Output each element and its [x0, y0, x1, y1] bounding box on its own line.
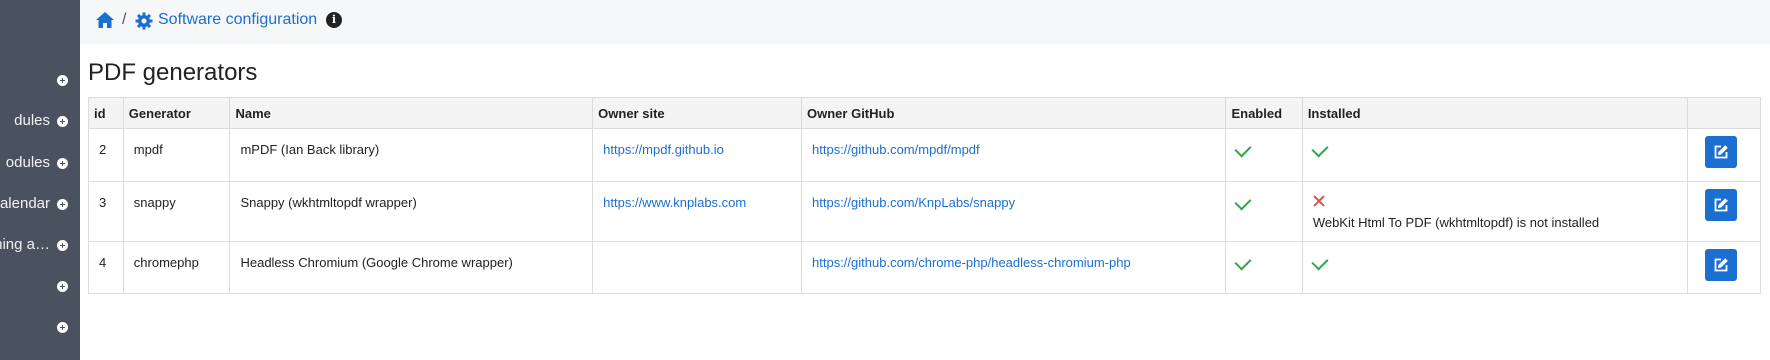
edit-button[interactable]	[1704, 249, 1737, 281]
sidebar: dules odules alendar ming a…	[0, 0, 80, 360]
cell-owner-site: https://mpdf.github.io	[592, 128, 803, 182]
owner-site-link[interactable]: https://www.knplabs.com	[603, 195, 746, 210]
sidebar-item-7[interactable]	[0, 314, 80, 340]
cell-installed	[1301, 241, 1688, 294]
check-icon	[1234, 140, 1252, 158]
sidebar-item-label: dules	[14, 112, 50, 129]
sidebar-item-1[interactable]	[0, 67, 80, 93]
sidebar-item-modules[interactable]: dules	[0, 108, 80, 134]
column-header-actions	[1686, 97, 1762, 129]
cell-id: 2	[88, 128, 124, 182]
edit-icon	[1714, 145, 1728, 159]
edit-icon	[1714, 198, 1728, 212]
column-header-id[interactable]: id	[88, 97, 124, 129]
column-header-owner-site[interactable]: Owner site	[592, 97, 803, 129]
plus-circle-icon[interactable]	[57, 75, 68, 86]
column-header-owner-github[interactable]: Owner GitHub	[801, 97, 1227, 129]
column-header-generator[interactable]: Generator	[122, 97, 231, 129]
cell-actions	[1686, 128, 1762, 182]
plus-circle-icon[interactable]	[57, 281, 68, 292]
column-header-installed[interactable]: Installed	[1301, 97, 1688, 129]
cell-enabled	[1225, 181, 1303, 242]
gear-icon	[135, 12, 153, 33]
cell-actions	[1686, 181, 1762, 242]
installed-note: WebKit Html To PDF (wkhtmltopdf) is not …	[1312, 215, 1600, 230]
sidebar-item-5[interactable]: ming a…	[0, 232, 80, 258]
table-header-row: id Generator Name Owner site Owner GitHu…	[88, 97, 1762, 129]
cell-installed: WebKit Html To PDF (wkhtmltopdf) is not …	[1301, 181, 1688, 242]
cell-generator: mpdf	[122, 128, 231, 182]
cell-id: 3	[88, 181, 124, 242]
breadcrumb-separator: /	[122, 11, 127, 28]
column-header-name[interactable]: Name	[229, 97, 594, 129]
cross-icon	[1313, 195, 1325, 207]
check-icon	[1234, 193, 1252, 211]
owner-github-link[interactable]: https://github.com/KnpLabs/snappy	[812, 195, 1015, 210]
sidebar-item-6[interactable]	[0, 273, 80, 299]
edit-button[interactable]	[1704, 189, 1737, 221]
cell-owner-site: https://www.knplabs.com	[592, 181, 803, 242]
cell-actions	[1686, 241, 1762, 294]
cell-enabled	[1225, 128, 1303, 182]
plus-circle-icon[interactable]	[57, 158, 68, 169]
sidebar-item-calendar[interactable]: alendar	[0, 191, 80, 217]
owner-github-link[interactable]: https://github.com/mpdf/mpdf	[812, 142, 980, 157]
table-row: 4 chromephp Headless Chromium (Google Ch…	[88, 241, 1762, 294]
sidebar-item-label: alendar	[0, 195, 50, 212]
cell-owner-github: https://github.com/KnpLabs/snappy	[801, 181, 1227, 242]
cell-name: Snappy (wkhtmltopdf wrapper)	[229, 181, 594, 242]
plus-circle-icon[interactable]	[57, 240, 68, 251]
cell-name: Headless Chromium (Google Chrome wrapper…	[229, 241, 594, 294]
breadcrumb-current-link[interactable]: Software configuration	[158, 11, 317, 29]
info-icon[interactable]: i	[326, 12, 342, 28]
cell-owner-site	[592, 241, 803, 294]
edit-button[interactable]	[1704, 136, 1737, 168]
column-header-enabled[interactable]: Enabled	[1225, 97, 1303, 129]
cell-generator: snappy	[122, 181, 231, 242]
table-row: 2 mpdf mPDF (Ian Back library) https://m…	[88, 128, 1762, 182]
cell-owner-github: https://github.com/mpdf/mpdf	[801, 128, 1227, 182]
page-title: PDF generators	[88, 59, 258, 86]
cell-name: mPDF (Ian Back library)	[229, 128, 594, 182]
pdf-generators-table: id Generator Name Owner site Owner GitHu…	[88, 97, 1762, 294]
table-row: 3 snappy Snappy (wkhtmltopdf wrapper) ht…	[88, 181, 1762, 242]
check-icon	[1311, 140, 1329, 158]
owner-site-link[interactable]: https://mpdf.github.io	[603, 142, 724, 157]
cell-enabled	[1225, 241, 1303, 294]
plus-circle-icon[interactable]	[57, 116, 68, 127]
plus-circle-icon[interactable]	[57, 199, 68, 210]
check-icon	[1234, 253, 1252, 271]
sidebar-item-label: odules	[5, 154, 50, 171]
breadcrumb: / Software configuration i	[80, 0, 1770, 44]
sidebar-item-label: ming a…	[0, 236, 50, 253]
cell-owner-github: https://github.com/chrome-php/headless-c…	[801, 241, 1227, 294]
cell-id: 4	[88, 241, 124, 294]
cell-installed	[1301, 128, 1688, 182]
owner-github-link[interactable]: https://github.com/chrome-php/headless-c…	[812, 255, 1131, 270]
sidebar-item-modules-2[interactable]: odules	[0, 150, 80, 176]
check-icon	[1311, 253, 1329, 271]
plus-circle-icon[interactable]	[57, 322, 68, 333]
cell-generator: chromephp	[122, 241, 231, 294]
home-icon[interactable]	[95, 11, 115, 32]
edit-icon	[1714, 258, 1728, 272]
